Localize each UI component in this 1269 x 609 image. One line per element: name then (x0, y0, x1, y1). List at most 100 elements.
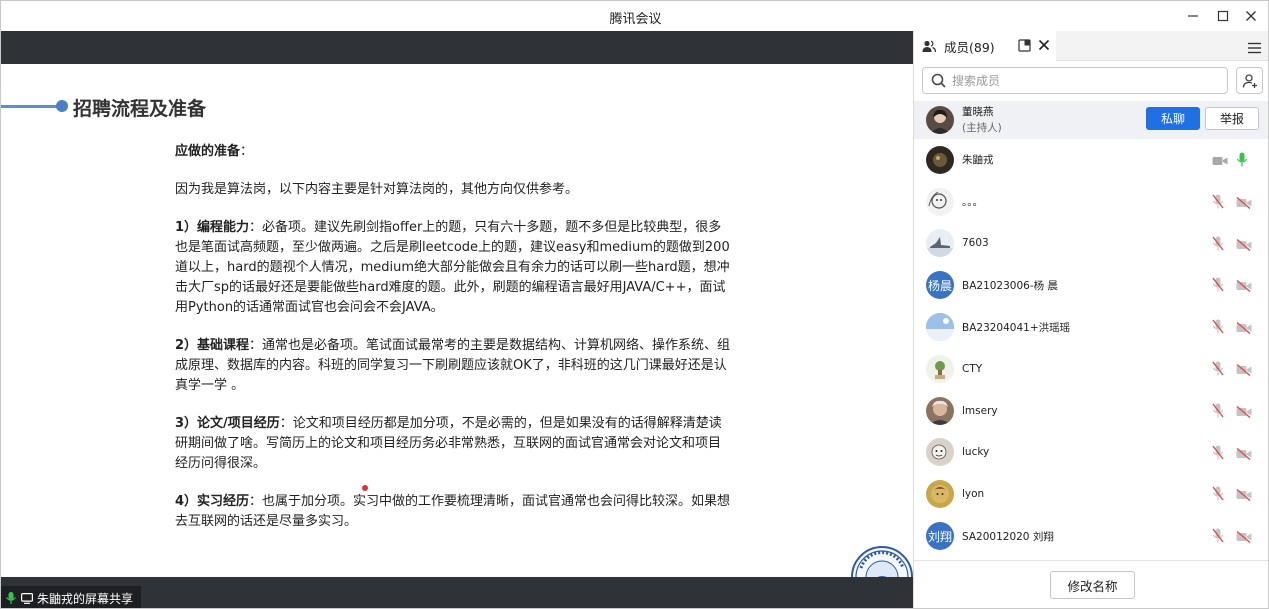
close-window-button[interactable] (1236, 5, 1266, 27)
prep-label: 应做的准备 (175, 144, 241, 159)
popout-button[interactable] (1018, 39, 1031, 55)
avatar (926, 187, 954, 216)
member-name: 。。。 (962, 196, 983, 209)
panel-menu-button[interactable] (1248, 39, 1261, 58)
slide-content: 应做的准备： 因为我是算法岗，以下内容主要是针对算法岗的，其他方向仅供参考。 1… (175, 142, 731, 550)
close-icon (1038, 39, 1050, 51)
avatar (926, 229, 954, 258)
camera-on-icon (1212, 157, 1228, 165)
report-button[interactable]: 举报 (1205, 107, 1259, 130)
mic-off-button[interactable] (1212, 403, 1224, 422)
member-row[interactable]: 7603 (914, 223, 1268, 265)
member-panel: 成员(89) 搜索成员 董晓燕 (主持人) 私聊 举报 朱鼬戎 。。。 7603… (913, 31, 1268, 608)
member-row[interactable]: 刘翔 SA20012020 刘翔 (914, 515, 1268, 557)
camera-off-button[interactable] (1236, 486, 1252, 505)
members-icon (922, 40, 936, 53)
camera-off-icon (1236, 447, 1252, 460)
avatar (926, 480, 954, 509)
mic-off-icon (1212, 194, 1224, 209)
camera-off-button[interactable] (1236, 319, 1252, 338)
prep-colon: ： (240, 144, 254, 159)
avatar (926, 396, 954, 425)
prep-heading-line: 应做的准备： (175, 142, 731, 162)
camera-off-button[interactable] (1236, 361, 1252, 380)
minimize-icon (1188, 15, 1198, 17)
mic-off-icon (1212, 277, 1224, 292)
camera-off-button[interactable] (1236, 403, 1252, 422)
member-search-box (922, 67, 1228, 94)
tab-members[interactable]: 成员(89) (914, 31, 1056, 61)
member-row-host[interactable]: 董晓燕 (主持人) 私聊 举报 (914, 101, 1268, 139)
mic-off-button[interactable] (1212, 194, 1224, 213)
mic-off-button[interactable] (1212, 236, 1224, 255)
avatar (926, 313, 954, 342)
maximize-icon (1217, 10, 1229, 22)
avatar (926, 145, 954, 174)
camera-off-icon (1236, 322, 1252, 335)
mic-off-button[interactable] (1212, 277, 1224, 296)
mic-off-button[interactable] (1212, 445, 1224, 464)
close-tab-button[interactable] (1038, 39, 1050, 54)
share-top-bar (1, 31, 913, 64)
member-role: (主持人) (962, 122, 1002, 134)
intro-paragraph: 因为我是算法岗，以下内容主要是针对算法岗的，其他方向仅供参考。 (175, 182, 579, 197)
popout-icon (1018, 39, 1031, 52)
slide-title: 招聘流程及准备 (73, 98, 207, 120)
camera-off-icon (1236, 196, 1252, 209)
member-name: lmsery (962, 404, 998, 417)
mic-off-button[interactable] (1212, 319, 1224, 338)
minimize-button[interactable] (1178, 5, 1208, 27)
hamburger-icon (1248, 42, 1261, 54)
member-name: 朱鼬戎 (962, 154, 994, 167)
avatar (926, 354, 954, 383)
camera-off-icon (1236, 405, 1252, 418)
section-heading: 1）编程能力 (175, 220, 250, 235)
camera-off-button[interactable] (1236, 277, 1252, 296)
shared-slide: 招聘流程及准备 应做的准备： 因为我是算法岗，以下内容主要是针对算法岗的，其他方… (1, 64, 913, 608)
section-body: ：必备项。建议先刷剑指offer上的题，只有六十多题，题不多但是比较典型，很多也… (175, 220, 730, 315)
member-name: 7603 (962, 237, 989, 250)
section-body: ：也属于加分项。实习中做的工作要梳理清晰，面试官通常也会问得比较深。如果想去互联… (175, 494, 731, 529)
section-heading: 4）实习经历 (175, 494, 250, 509)
mic-on-button[interactable] (1236, 152, 1248, 171)
screen-share-area: 招聘流程及准备 应做的准备： 因为我是算法岗，以下内容主要是针对算法岗的，其他方… (1, 31, 913, 608)
mic-off-button[interactable] (1212, 528, 1224, 547)
mic-off-button[interactable] (1212, 486, 1224, 505)
member-row[interactable]: lmsery (914, 390, 1268, 432)
laser-pointer-dot (362, 485, 368, 491)
member-row[interactable]: CTY (914, 348, 1268, 390)
section-body: ：通常也是必备项。笔试面试最常考的主要是数据结构、计算机网络、操作系统、组成原理… (175, 338, 731, 393)
member-name: SA20012020 刘翔 (962, 530, 1054, 543)
panel-footer: 修改名称 (914, 560, 1268, 608)
mic-off-icon (1212, 445, 1224, 460)
search-icon (931, 73, 946, 88)
camera-off-icon (1236, 280, 1252, 293)
section-heading: 2）基础课程 (175, 338, 250, 353)
member-row[interactable]: BA23204041+洪瑶瑶 (914, 306, 1268, 348)
section-2: 2）基础课程：通常也是必备项。笔试面试最常考的主要是数据结构、计算机网络、操作系… (175, 336, 731, 396)
member-row[interactable]: 朱鼬戎 (914, 139, 1268, 181)
member-name: CTY (962, 362, 983, 375)
member-row[interactable]: lucky (914, 432, 1268, 474)
rename-button[interactable]: 修改名称 (1050, 571, 1135, 599)
invite-member-button[interactable] (1236, 67, 1263, 94)
camera-on-button[interactable] (1212, 152, 1228, 171)
member-row[interactable]: 。。。 (914, 181, 1268, 223)
camera-off-button[interactable] (1236, 445, 1252, 464)
mic-off-button[interactable] (1212, 361, 1224, 380)
maximize-button[interactable] (1208, 5, 1238, 27)
camera-off-button[interactable] (1236, 194, 1252, 213)
camera-off-button[interactable] (1236, 236, 1252, 255)
camera-off-icon (1236, 531, 1252, 544)
camera-off-button[interactable] (1236, 528, 1252, 547)
member-search-row (922, 67, 1263, 95)
panel-tab-bar: 成员(89) (914, 31, 1268, 61)
tab-members-label: 成员(89) (944, 39, 995, 55)
member-row[interactable]: 杨晨 BA21023006-杨 晨 (914, 264, 1268, 306)
member-search-input[interactable] (952, 73, 1212, 88)
mic-on-icon (6, 592, 16, 604)
avatar: 杨晨 (926, 271, 954, 300)
private-chat-button[interactable]: 私聊 (1146, 107, 1200, 130)
member-row[interactable]: lyon (914, 473, 1268, 515)
window-title: 腾讯会议 (609, 12, 662, 27)
